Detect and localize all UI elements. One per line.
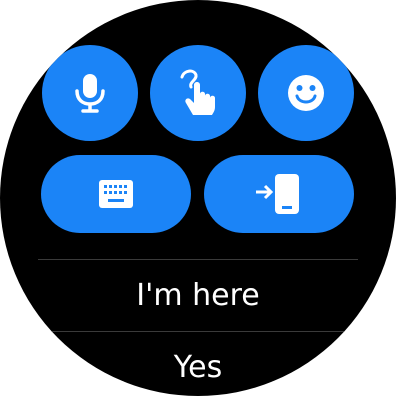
keyboard-input-button[interactable] (41, 155, 191, 233)
send-to-phone-icon (256, 174, 299, 214)
handwriting-icon (180, 69, 215, 115)
emoji-input-button[interactable] (258, 45, 354, 141)
divider (38, 331, 358, 332)
quick-reply-yes[interactable]: Yes (0, 350, 396, 385)
microphone-icon (75, 74, 105, 113)
handwriting-input-button[interactable] (150, 45, 246, 141)
keyboard-icon (99, 180, 133, 208)
emoji-icon (288, 75, 324, 111)
voice-input-button[interactable] (42, 45, 138, 141)
watch-screen: I'm here Yes (0, 0, 396, 396)
send-to-phone-button[interactable] (204, 155, 354, 233)
divider (38, 259, 358, 260)
quick-reply-im-here[interactable]: I'm here (0, 278, 396, 313)
